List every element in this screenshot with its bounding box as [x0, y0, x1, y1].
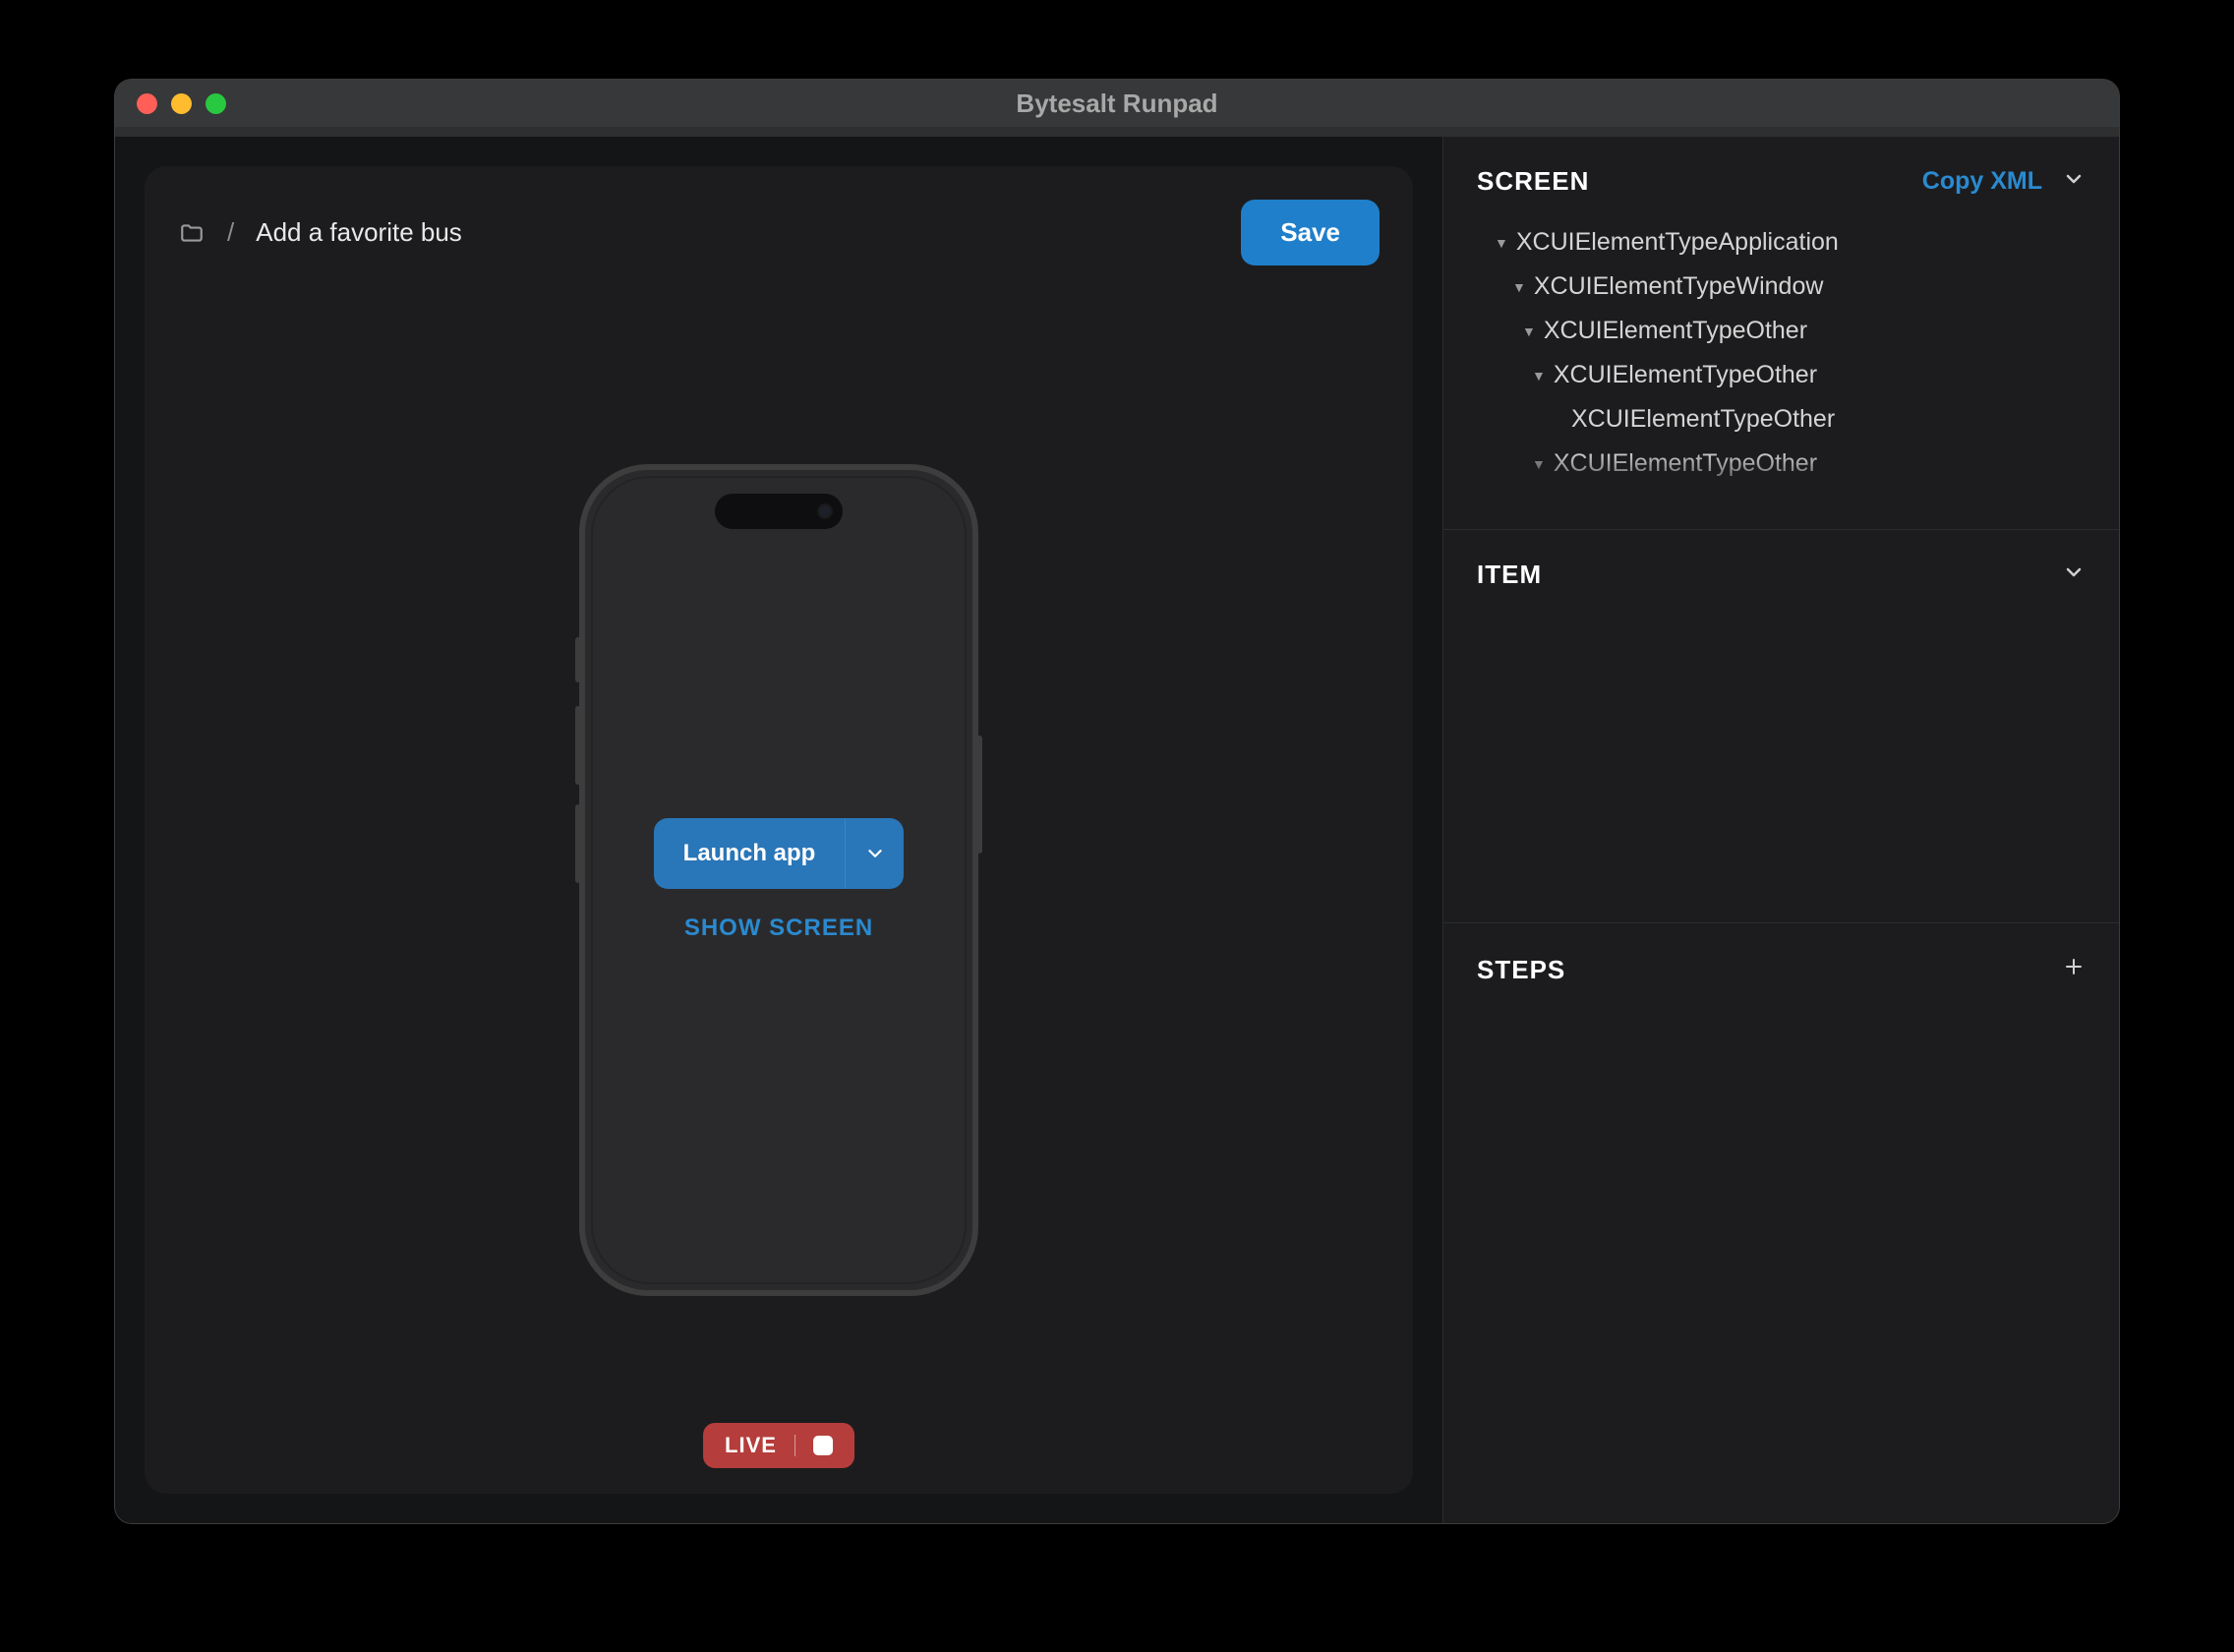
tree-row[interactable]: ▼XCUIElementTypeOther — [1477, 442, 2086, 486]
screen-panel-toggle[interactable] — [2062, 167, 2086, 196]
item-panel-header: ITEM — [1477, 560, 2086, 590]
item-panel-title: ITEM — [1477, 560, 1542, 590]
item-panel: ITEM — [1443, 530, 2119, 923]
tree-row[interactable]: ▼XCUIElementTypeOther — [1477, 353, 2086, 397]
caret-down-icon: ▼ — [1522, 324, 1536, 339]
folder-icon[interactable] — [178, 219, 206, 247]
add-step-button[interactable] — [2062, 953, 2086, 986]
steps-panel-header: STEPS — [1477, 953, 2086, 986]
maximize-window-button[interactable] — [206, 93, 226, 114]
caret-down-icon: ▼ — [1532, 456, 1546, 472]
caret-down-icon: ▼ — [1512, 279, 1526, 295]
steps-panel-title: STEPS — [1477, 955, 1565, 985]
close-window-button[interactable] — [137, 93, 157, 114]
window-title: Bytesalt Runpad — [1016, 88, 1217, 119]
tree-row[interactable]: ▼XCUIElementTypeOther — [1477, 309, 2086, 353]
minimize-window-button[interactable] — [171, 93, 192, 114]
item-panel-toggle[interactable] — [2062, 560, 2086, 589]
phone-stage: Launch app SHOW SCREEN — [145, 266, 1413, 1494]
right-sidebar: SCREEN Copy XML ▼XCUIElementTypeApplicat… — [1442, 137, 2119, 1523]
app-body: / Add a favorite bus Save — [115, 137, 2119, 1523]
phone-side-button — [575, 706, 581, 785]
left-pane: / Add a favorite bus Save — [115, 137, 1442, 1523]
dynamic-island — [715, 494, 843, 529]
toolbar: / Add a favorite bus Save — [145, 166, 1413, 266]
steps-panel: STEPS — [1443, 923, 2119, 1523]
copy-xml-link[interactable]: Copy XML — [1922, 167, 2042, 196]
plus-icon — [2062, 955, 2086, 978]
app-window: Bytesalt Runpad / Add a favorite bus Sav… — [114, 79, 2120, 1524]
breadcrumb-separator: / — [227, 217, 234, 248]
caret-down-icon: ▼ — [1495, 235, 1508, 251]
caret-down-icon: ▼ — [1532, 368, 1546, 384]
phone-side-button — [575, 804, 581, 883]
subbar — [115, 127, 2119, 137]
phone-side-button — [575, 637, 581, 682]
save-button[interactable]: Save — [1241, 200, 1380, 266]
phone-side-button — [976, 736, 982, 854]
camera-icon — [817, 503, 833, 519]
titlebar: Bytesalt Runpad — [115, 80, 2119, 127]
screen-panel-title: SCREEN — [1477, 166, 1589, 197]
live-label: LIVE — [725, 1433, 777, 1458]
live-badge[interactable]: LIVE — [703, 1423, 854, 1468]
record-stop-icon[interactable] — [813, 1436, 833, 1455]
tree-row[interactable]: XCUIElementTypeOther — [1477, 397, 2086, 442]
traffic-lights — [115, 93, 226, 114]
page-title: Add a favorite bus — [256, 217, 462, 248]
element-tree: ▼XCUIElementTypeApplication ▼XCUIElement… — [1477, 220, 2086, 500]
chevron-down-icon — [2062, 167, 2086, 191]
screen-panel: SCREEN Copy XML ▼XCUIElementTypeApplicat… — [1443, 137, 2119, 530]
work-area: / Add a favorite bus Save — [145, 166, 1413, 1494]
tree-row[interactable]: ▼XCUIElementTypeApplication — [1477, 220, 2086, 265]
chevron-down-icon — [2062, 560, 2086, 584]
tree-row[interactable]: ▼XCUIElementTypeWindow — [1477, 265, 2086, 309]
phone-frame: Launch app SHOW SCREEN — [579, 464, 978, 1296]
screen-panel-header: SCREEN Copy XML — [1477, 166, 2086, 197]
